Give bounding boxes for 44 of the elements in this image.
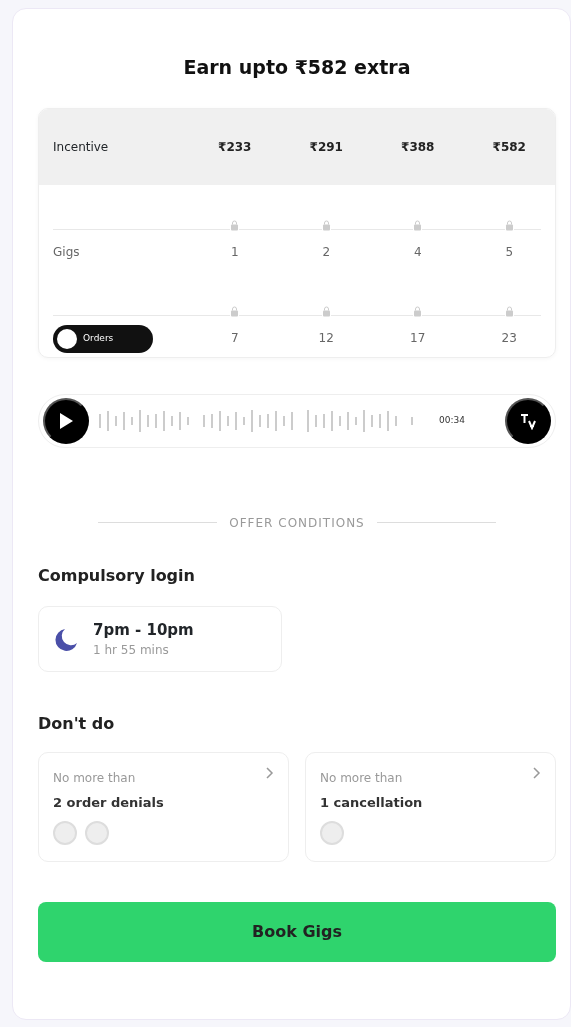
badge-icon [320, 820, 344, 845]
play-button[interactable] [43, 397, 89, 444]
row-label: Gigs [53, 244, 80, 259]
lock-icon [321, 305, 331, 317]
condition-text: 2 order denials [53, 794, 165, 812]
table-cell-text: 17 [410, 329, 426, 347]
table-cell-text: 1 [230, 243, 239, 261]
table-cell-text: 23 [501, 329, 517, 347]
table-cell-text: 5 [505, 243, 514, 261]
table-header: Incentive [52, 138, 110, 156]
book-gigs-button[interactable]: Book Gigs [38, 901, 556, 962]
condition-caption: No more than [320, 770, 404, 787]
table-cell-text: 4 [413, 243, 422, 261]
condition-text: 1 cancellation [320, 794, 424, 812]
audio-time: 00:34 [439, 413, 465, 427]
offer-title: Earn upto ₹582 extra [182, 55, 412, 80]
table-cell-text: 12 [318, 329, 334, 347]
slot-time: 7pm - 10pm [93, 619, 194, 641]
section-heading: Compulsory login [38, 564, 196, 587]
lock-icon [413, 305, 423, 317]
condition-caption: No more than [53, 770, 137, 787]
incentive-amount: ₹582 [491, 138, 527, 156]
chevron-icon [533, 767, 541, 779]
translate-icon [519, 411, 537, 430]
lock-icon [504, 305, 514, 317]
play-icon [58, 411, 74, 430]
lock-icon [230, 305, 240, 317]
badge-icon [85, 820, 109, 845]
lock-icon [230, 219, 240, 231]
incentive-amount: ₹291 [308, 138, 344, 156]
table-cell-text: 2 [322, 243, 331, 261]
badge-icon [53, 820, 77, 845]
translate-button[interactable] [505, 397, 551, 444]
table-cell-text: 7 [230, 329, 239, 347]
incentive-amount: ₹233 [217, 138, 253, 156]
lock-icon [321, 219, 331, 231]
lock-icon [504, 219, 514, 231]
section-title: OFFER CONDITIONS [229, 514, 365, 532]
section-heading: Don't do [38, 713, 116, 735]
toggle-switch[interactable]: Orders [53, 324, 153, 353]
incentive-amount: ₹388 [400, 138, 436, 156]
lock-icon [413, 219, 423, 231]
slot-duration: 1 hr 55 mins [93, 642, 170, 659]
chevron-icon [266, 767, 274, 779]
